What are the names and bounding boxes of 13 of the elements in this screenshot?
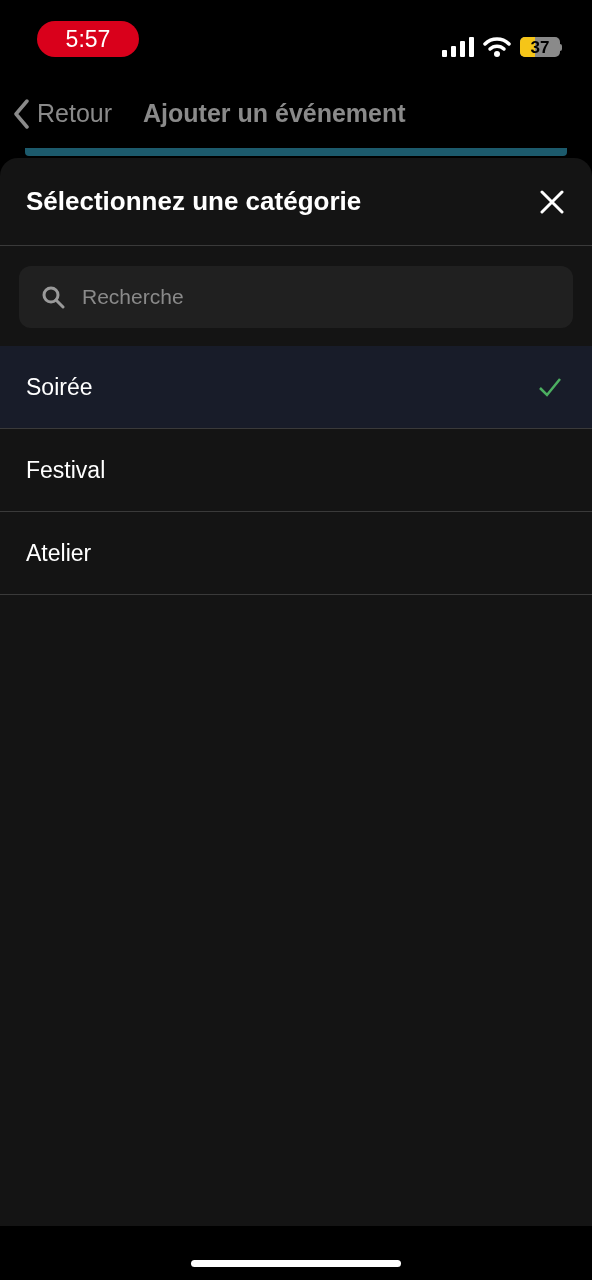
sheet-title: Sélectionnez une catégorie bbox=[26, 185, 362, 218]
signal-icon bbox=[442, 37, 474, 57]
wifi-icon bbox=[483, 37, 511, 57]
page-title: Ajouter un événement bbox=[143, 98, 406, 130]
search-icon bbox=[41, 285, 65, 309]
search-field[interactable]: Recherche bbox=[19, 266, 573, 328]
category-item[interactable]: Soirée bbox=[0, 346, 592, 429]
chevron-left-icon bbox=[13, 99, 29, 129]
back-button[interactable]: Retour bbox=[13, 95, 113, 133]
time-label: 5:57 bbox=[37, 21, 139, 57]
category-item[interactable]: Festival bbox=[0, 429, 592, 512]
category-item[interactable]: Atelier bbox=[0, 512, 592, 595]
checkmark-icon bbox=[538, 377, 562, 397]
